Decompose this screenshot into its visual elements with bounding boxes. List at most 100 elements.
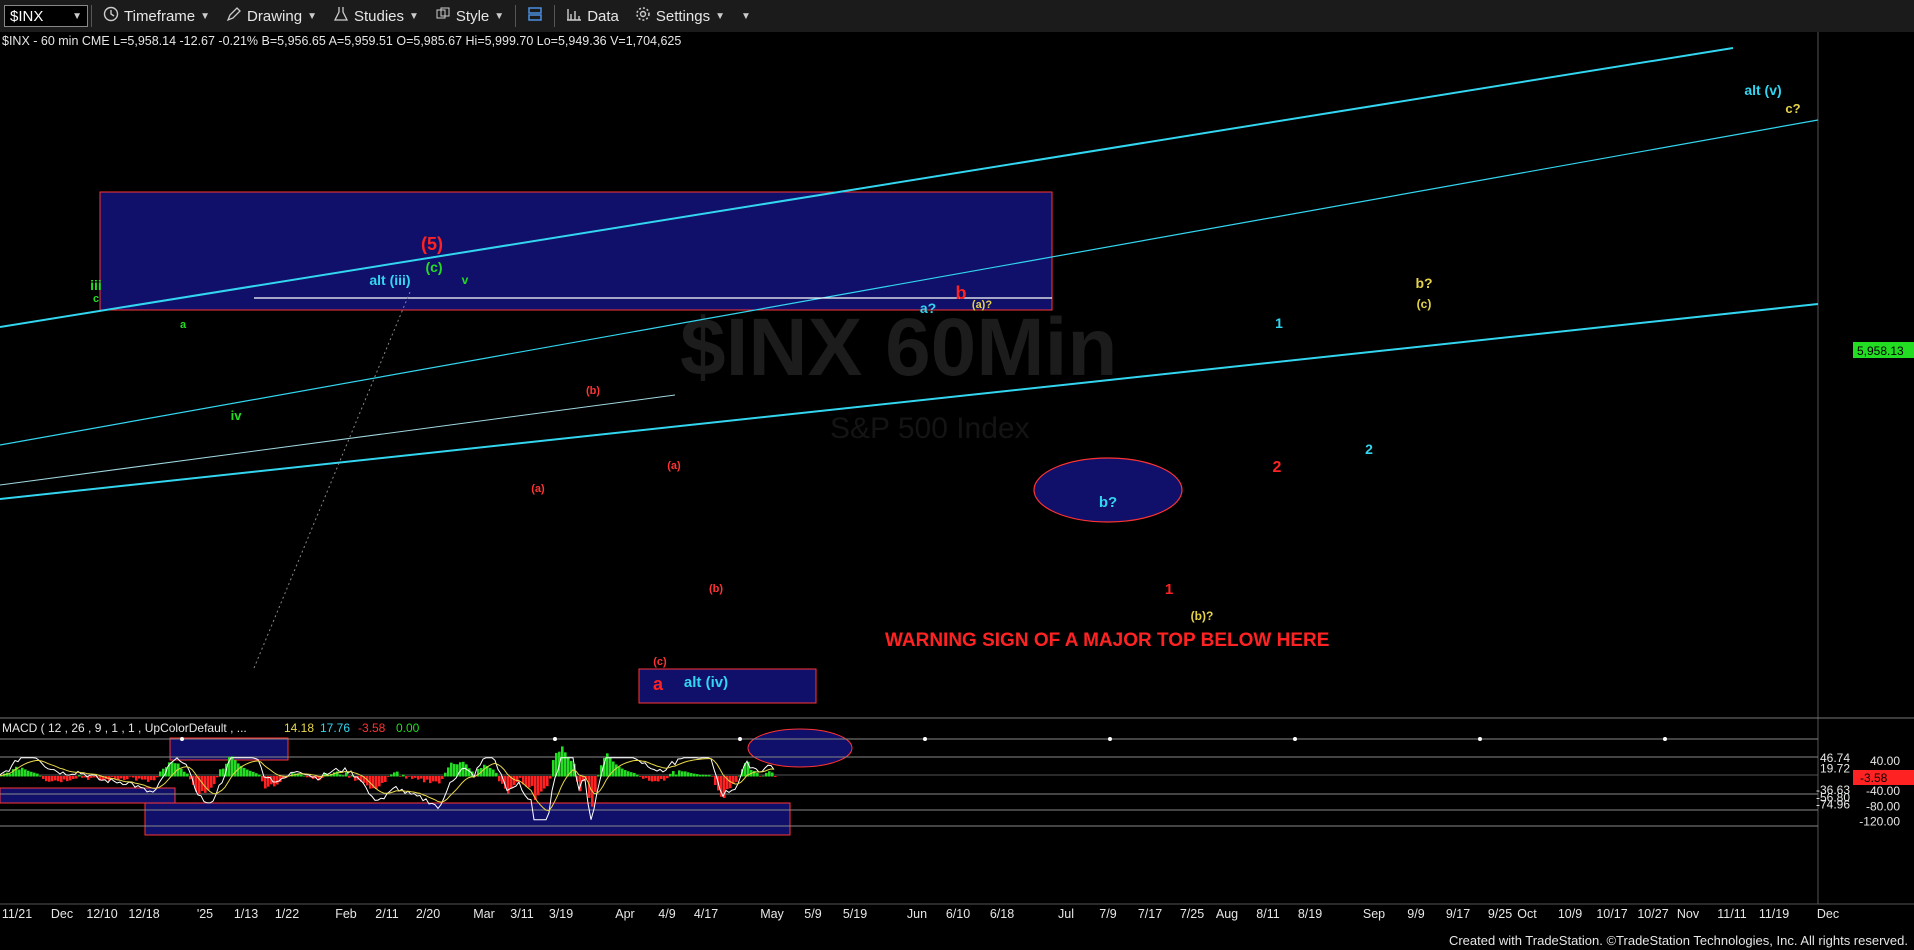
- time-tick-label: Mar: [473, 907, 495, 921]
- wave-label: (a)?: [972, 299, 992, 311]
- last-price-badge: 5,958.13: [1853, 342, 1914, 358]
- time-tick-label: 8/11: [1256, 907, 1279, 921]
- time-tick-label: 11/19: [1759, 907, 1789, 921]
- style-icon: [435, 6, 451, 26]
- time-tick-label: 7/9: [1099, 907, 1116, 921]
- macd-level-label: -74.96: [1816, 797, 1850, 811]
- time-tick-label: 10/17: [1596, 907, 1627, 921]
- gear-icon: [635, 6, 651, 26]
- symbol-text: $INX: [10, 7, 44, 25]
- macd-value-4: 0.00: [396, 721, 420, 735]
- layout-button[interactable]: [519, 0, 551, 32]
- time-tick-label: 3/19: [549, 907, 573, 921]
- wave-label: alt (iii): [369, 272, 410, 288]
- wave-label: (c): [1417, 297, 1432, 311]
- time-tick-label: 6/18: [990, 907, 1014, 921]
- toolbar: $INX ▼ Timeframe ▼ Drawing ▼ Studies ▼ Style…: [0, 0, 1914, 33]
- drawing-label: Drawing: [247, 7, 303, 25]
- time-tick-label: 2/20: [416, 907, 440, 921]
- chevron-down-icon: ▼: [740, 10, 751, 22]
- svg-text:5,958.13: 5,958.13: [1857, 344, 1904, 358]
- settings-button[interactable]: Settings ▼: [627, 0, 733, 32]
- wave-label: 1: [1275, 315, 1283, 331]
- warning-text: WARNING SIGN OF A MAJOR TOP BELOW HERE: [885, 630, 1329, 651]
- time-tick-label: 1/22: [275, 907, 299, 921]
- studies-button[interactable]: Studies ▼: [325, 0, 427, 32]
- chevron-down-icon: ▼: [200, 10, 211, 22]
- toolbar-divider: [91, 5, 92, 27]
- macd-last-badge: -3.58: [1853, 770, 1914, 785]
- time-tick-label: 3/11: [510, 907, 533, 921]
- wave-label: v: [462, 273, 469, 287]
- time-tick-label: Oct: [1517, 907, 1537, 921]
- wave-label: 2: [1365, 441, 1373, 457]
- wave-label: a: [653, 674, 664, 694]
- time-tick-label: 10/9: [1558, 907, 1582, 921]
- wave-label: c: [93, 293, 99, 305]
- time-tick-label: 11/11: [1717, 907, 1746, 921]
- time-tick-label: Sep: [1363, 907, 1385, 921]
- macd-header-text: MACD ( 12 , 26 , 9 , 1 , 1 , UpColorDefa…: [2, 721, 247, 735]
- macd-value-3: -3.58: [358, 721, 386, 735]
- chevron-down-icon: ▼: [307, 10, 317, 22]
- style-button[interactable]: Style ▼: [427, 0, 512, 32]
- footer-credit: Created with TradeStation. ©TradeStation…: [1448, 933, 1908, 948]
- time-tick-label: 9/17: [1446, 907, 1470, 921]
- style-label: Style: [455, 7, 490, 25]
- symbol-input[interactable]: $INX ▼: [4, 5, 88, 27]
- drawing-button[interactable]: Drawing ▼: [218, 0, 325, 32]
- data-button[interactable]: Data: [558, 0, 627, 32]
- timeframe-label: Timeframe: [124, 7, 196, 25]
- wave-label: (b): [709, 583, 723, 595]
- time-tick-label: 12/10: [86, 907, 117, 921]
- time-tick-label: Jun: [907, 907, 927, 921]
- macd-tick-label: -40.00: [1866, 784, 1900, 798]
- chevron-down-icon: ▼: [72, 10, 82, 22]
- data-label: Data: [587, 7, 619, 25]
- time-tick-label: 9/25: [1488, 907, 1512, 921]
- time-tick-label: 7/25: [1180, 907, 1204, 921]
- price-chart[interactable]: $INX 60Min S&P 500 Index 176.40% (7,001.…: [0, 32, 1914, 932]
- timeframe-button[interactable]: Timeframe ▼: [95, 0, 218, 32]
- wave-label: a?: [920, 300, 936, 316]
- chart-watermark-subtitle: S&P 500 Index: [830, 412, 1030, 445]
- time-tick-label: 2/11: [375, 907, 398, 921]
- macd-value-1: 14.18: [284, 721, 314, 735]
- wave-label: (b)?: [1191, 609, 1214, 623]
- wave-label: (b): [586, 385, 600, 397]
- macd-tick-label: 40.00: [1870, 754, 1900, 768]
- chart-header-info: $INX - 60 min CME L=5,958.14 -12.67 -0.2…: [2, 34, 681, 48]
- time-tick-label: 4/17: [694, 907, 718, 921]
- clock-icon: [103, 6, 119, 26]
- time-tick-label: Feb: [335, 907, 357, 921]
- bar-chart-icon: [566, 6, 582, 26]
- more-button[interactable]: ▼: [733, 0, 759, 32]
- time-tick-label: Dec: [51, 907, 73, 921]
- time-tick-label: Jul: [1058, 907, 1074, 921]
- chevron-down-icon: ▼: [715, 10, 725, 22]
- wave-label: (c): [653, 656, 667, 668]
- svg-text:-3.58: -3.58: [1860, 771, 1888, 785]
- wave-label: alt (iv): [684, 674, 728, 691]
- b-target-ellipse: [1033, 457, 1183, 523]
- chart-watermark: $INX 60Min: [680, 302, 1117, 393]
- wave-label: (a): [667, 460, 681, 472]
- time-tick-label: 1/13: [234, 907, 258, 921]
- wave-label: 2: [1273, 459, 1282, 476]
- time-tick-label: 8/19: [1298, 907, 1322, 921]
- macd-value-2: 17.76: [320, 721, 350, 735]
- wave-label: 1: [1165, 581, 1173, 598]
- macd-tick-label: -80.00: [1866, 799, 1900, 813]
- time-tick-label: 12/18: [128, 907, 159, 921]
- time-tick-label: '25: [197, 907, 213, 921]
- time-tick-label: 6/10: [946, 907, 970, 921]
- chevron-down-icon: ▼: [409, 10, 419, 22]
- time-tick-label: 5/19: [843, 907, 867, 921]
- wave-label: alt (v): [1744, 82, 1781, 98]
- resistance-box: [99, 191, 1053, 311]
- studies-label: Studies: [353, 7, 405, 25]
- wave-label: (c): [425, 259, 442, 275]
- chevron-down-icon: ▼: [494, 10, 505, 22]
- wave-label: c?: [1785, 101, 1800, 116]
- time-tick-label: Aug: [1216, 907, 1238, 921]
